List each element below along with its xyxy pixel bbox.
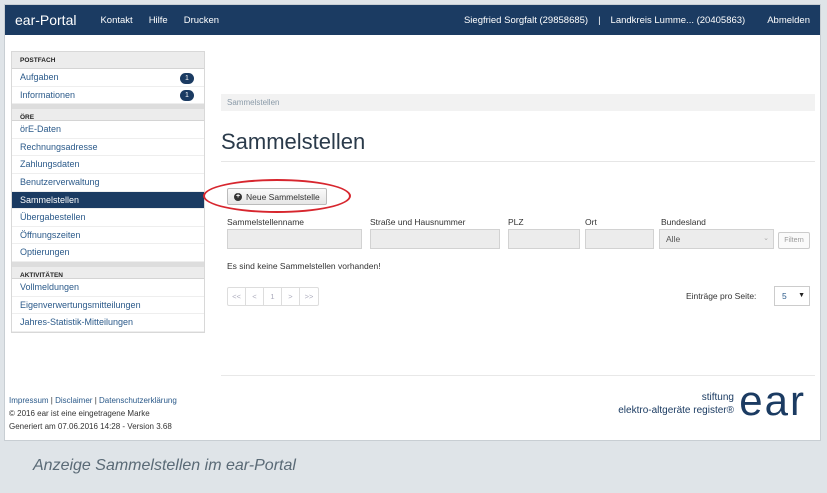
top-navigation-bar: ear-Portal Kontakt Hilfe Drucken Siegfri… [5, 5, 820, 35]
plz-filter-input[interactable] [508, 229, 580, 249]
sidebar-item-jahres-statistik-mitteilungen[interactable]: Jahres-Statistik-Mitteilungen [12, 314, 204, 332]
sidebar-item-zahlungsdaten[interactable]: Zahlungsdaten [12, 156, 204, 174]
page-title: Sammelstellen [221, 129, 366, 154]
pager-prev[interactable]: < [246, 288, 264, 305]
sidebar-item-aufgaben[interactable]: Aufgaben 1 [12, 69, 204, 87]
user-name[interactable]: Siegfried Sorgfalt (29858685) [464, 15, 588, 26]
sidebar-item-label: Informationen [20, 89, 76, 100]
footer-links: Impressum | Disclaimer | Datenschutzerkl… [9, 394, 177, 407]
ear-logo: ear [739, 377, 806, 424]
sidebar-item-label: Jahres-Statistik-Mitteilungen [20, 317, 134, 328]
sidebar-item-label: Vollmeldungen [20, 281, 80, 292]
portal-logo[interactable]: ear-Portal [15, 12, 76, 28]
pager-page-1[interactable]: 1 [264, 288, 282, 305]
filter-button[interactable]: Filtern [778, 232, 810, 249]
highlight-circle [203, 179, 351, 213]
sidebar-item-sammelstellen[interactable]: Sammelstellen [12, 191, 204, 210]
footer-sep: | [94, 396, 97, 405]
label-street: Straße und Hausnummer [370, 217, 466, 227]
nav-hilfe[interactable]: Hilfe [149, 15, 168, 26]
count-badge: 1 [180, 90, 194, 102]
title-divider [221, 161, 815, 162]
footer-divider [221, 375, 815, 376]
sidebar-item-label: örE-Daten [20, 124, 62, 135]
label-ort: Ort [585, 217, 597, 227]
bundesland-select[interactable]: Alle ⌄ [659, 229, 774, 249]
nav-kontakt[interactable]: Kontakt [100, 15, 132, 26]
logout-link[interactable]: Abmelden [767, 15, 810, 26]
portal-window: ear-Portal Kontakt Hilfe Drucken Siegfri… [4, 4, 821, 441]
sidebar-item-informationen[interactable]: Informationen 1 [12, 86, 204, 105]
label-plz: PLZ [508, 217, 524, 227]
caret-down-icon: ▼ [798, 292, 805, 299]
per-page-value: 5 [782, 291, 787, 301]
sidebar-item-vollmeldungen[interactable]: Vollmeldungen [12, 278, 204, 297]
sidebar-item-label: Zahlungsdaten [20, 159, 80, 170]
sidebar-item-label: Öffnungszeiten [20, 229, 81, 240]
bundesland-value: Alle [666, 234, 681, 244]
sidebar-item-label: Sammelstellen [20, 194, 80, 205]
sidebar-item-label: Übergabestellen [20, 212, 86, 223]
street-filter-input[interactable] [370, 229, 500, 249]
footer-sep: | [50, 396, 53, 405]
per-page-select[interactable]: 5 ▼ [774, 286, 810, 306]
pager-first[interactable]: << [228, 288, 246, 305]
per-page-label: Einträge pro Seite: [686, 291, 757, 301]
label-name: Sammelstellenname [227, 217, 305, 227]
separator: | [598, 14, 601, 26]
name-filter-input[interactable] [227, 229, 362, 249]
pagination: << < 1 > >> [227, 287, 319, 306]
sidebar-item-eigenverwertungsmitteilungen[interactable]: Eigenverwertungsmitteilungen [12, 296, 204, 315]
footer: Impressum | Disclaimer | Datenschutzerkl… [9, 394, 177, 433]
generated-text: Generiert am 07.06.2016 14:28 - Version … [9, 422, 172, 431]
disclaimer-link[interactable]: Disclaimer [55, 396, 92, 405]
sidebar-item-label: Rechnungsadresse [20, 141, 98, 152]
brand-text: stiftung elektro-altgeräte register® [618, 391, 734, 417]
sidebar-item-rechnungsadresse[interactable]: Rechnungsadresse [12, 138, 204, 157]
pager-next[interactable]: > [282, 288, 300, 305]
image-caption: Anzeige Sammelstellen im ear-Portal [33, 457, 296, 474]
sidebar-section-heading: AKTIVITÄTEN [12, 261, 204, 279]
count-badge: 1 [180, 72, 194, 84]
brand-line-2: elektro-altgeräte register® [618, 405, 734, 416]
sidebar-item-label: Aufgaben [20, 72, 59, 82]
datenschutz-link[interactable]: Datenschutzerklärung [99, 396, 177, 405]
nav-drucken[interactable]: Drucken [184, 15, 219, 26]
sidebar-item-öffnungszeiten[interactable]: Öffnungszeiten [12, 226, 204, 245]
chevron-down-icon: ⌄ [763, 235, 769, 242]
ort-filter-input[interactable] [585, 229, 654, 249]
pager-last[interactable]: >> [300, 288, 318, 305]
sidebar-item-label: Optierungen [20, 247, 70, 258]
brand-line-1: stiftung [701, 392, 734, 403]
sidebar-item-label: Eigenverwertungsmitteilungen [20, 299, 141, 310]
sidebar: POSTFACH Aufgaben 1 Informationen 1 ÖRE örE-Da… [11, 51, 205, 333]
sidebar-item-label: Benutzerverwaltung [20, 176, 100, 187]
empty-message: Es sind keine Sammelstellen vorhanden! [227, 261, 381, 271]
label-bundesland: Bundesland [661, 217, 706, 227]
sidebar-item-öre-daten[interactable]: örE-Daten [12, 121, 204, 139]
organization-name[interactable]: Landkreis Lumme... (20405863) [611, 15, 746, 26]
breadcrumb: Sammelstellen [221, 94, 815, 111]
sidebar-item-optierungen[interactable]: Optierungen [12, 244, 204, 262]
sidebar-item-übergabestellen[interactable]: Übergabestellen [12, 209, 204, 227]
impressum-link[interactable]: Impressum [9, 396, 49, 405]
sidebar-item-benutzerverwaltung[interactable]: Benutzerverwaltung [12, 173, 204, 192]
trademark-text: © 2016 ear ist eine eingetragene Marke [9, 409, 150, 418]
sidebar-section-heading: POSTFACH [12, 52, 204, 69]
sidebar-section-heading: ÖRE [12, 104, 204, 122]
